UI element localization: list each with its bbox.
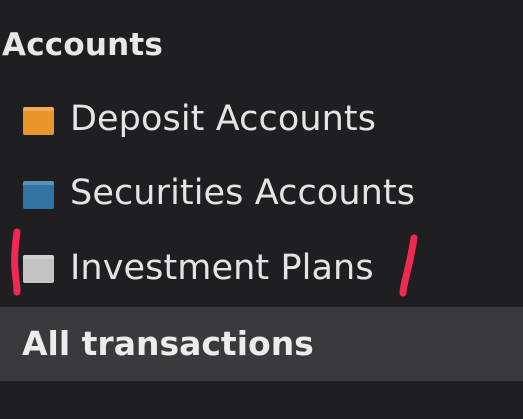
accounts-heading: Accounts [2, 27, 164, 63]
account-item-investment-plans[interactable]: Investment Plans [0, 238, 523, 304]
all-transactions-item[interactable]: All transactions [0, 307, 523, 381]
accounts-panel: Accounts Deposit Accounts Securities Acc… [0, 0, 523, 419]
all-transactions-label: All transactions [22, 324, 314, 363]
account-item-label: Securities Accounts [70, 173, 416, 213]
account-item-deposit-accounts[interactable]: Deposit Accounts [0, 90, 523, 156]
folder-icon [23, 107, 54, 135]
account-item-securities-accounts[interactable]: Securities Accounts [0, 163, 523, 229]
account-item-label: Deposit Accounts [70, 99, 377, 139]
folder-icon [23, 181, 54, 209]
folder-icon [23, 255, 54, 283]
account-item-label: Investment Plans [70, 248, 374, 288]
